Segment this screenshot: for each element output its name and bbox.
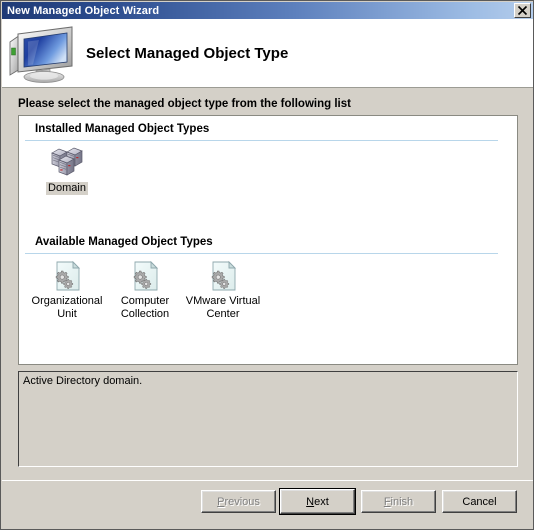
wizard-dialog: New Managed Object Wizard Select Managed… bbox=[0, 0, 534, 530]
computer-monitor-icon bbox=[9, 26, 73, 83]
next-button[interactable]: Next bbox=[279, 488, 356, 515]
object-type-item-organizational-unit[interactable]: Organizational Unit bbox=[28, 259, 106, 321]
description-text: Active Directory domain. bbox=[23, 375, 143, 387]
object-type-label: Domain bbox=[46, 182, 88, 195]
finish-button-label: Finish bbox=[383, 495, 414, 508]
button-bar: Previous Next Finish Cancel bbox=[2, 480, 533, 529]
title-bar[interactable]: New Managed Object Wizard bbox=[2, 2, 533, 19]
object-type-label: VMware Virtual Center bbox=[185, 295, 261, 320]
instruction-text: Please select the managed object type fr… bbox=[18, 98, 351, 110]
object-type-label: Organizational Unit bbox=[31, 295, 103, 320]
section-title-available: Available Managed Object Types bbox=[35, 236, 213, 248]
installed-icon-grid: Domain bbox=[28, 146, 106, 195]
window-title: New Managed Object Wizard bbox=[7, 4, 160, 17]
wizard-body: Please select the managed object type fr… bbox=[2, 88, 533, 529]
object-type-item-computer-collection[interactable]: Computer Collection bbox=[106, 259, 184, 321]
close-icon bbox=[517, 5, 528, 16]
section-title-installed: Installed Managed Object Types bbox=[35, 123, 210, 135]
object-type-item-domain[interactable]: Domain bbox=[28, 146, 106, 195]
server-stack-icon bbox=[51, 147, 83, 176]
object-type-item-vmware-virtual-center[interactable]: VMware Virtual Center bbox=[184, 259, 262, 321]
object-type-list-panel[interactable]: Installed Managed Object Types Domain Av… bbox=[18, 115, 518, 365]
available-icon-grid: Organizational Unit Computer Collection … bbox=[28, 259, 262, 321]
close-button[interactable] bbox=[514, 3, 531, 18]
section-rule-available bbox=[25, 253, 498, 254]
next-button-label: Next bbox=[280, 489, 355, 514]
document-gears-icon bbox=[133, 260, 159, 291]
cancel-button[interactable]: Cancel bbox=[442, 490, 517, 513]
wizard-header: Select Managed Object Type bbox=[2, 19, 533, 88]
section-rule-installed bbox=[25, 140, 498, 141]
object-type-label: Computer Collection bbox=[120, 295, 170, 320]
document-gears-icon bbox=[211, 260, 237, 291]
page-title: Select Managed Object Type bbox=[86, 44, 289, 62]
previous-button-label: Previous bbox=[217, 495, 260, 508]
previous-button[interactable]: Previous bbox=[201, 490, 276, 513]
document-gears-icon bbox=[55, 260, 81, 291]
finish-button[interactable]: Finish bbox=[361, 490, 436, 513]
description-box: Active Directory domain. bbox=[18, 371, 518, 467]
cancel-button-label: Cancel bbox=[462, 495, 497, 508]
